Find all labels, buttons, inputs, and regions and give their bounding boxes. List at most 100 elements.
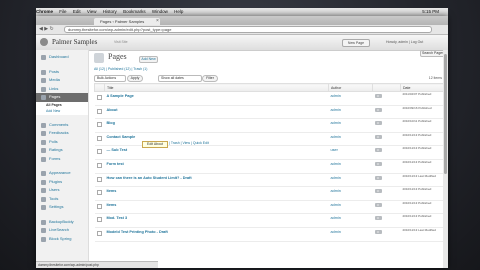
row-title[interactable]: Items	[104, 186, 329, 201]
row-comments[interactable]: 0	[372, 186, 401, 201]
menu-history[interactable]: History	[103, 9, 117, 14]
col-title[interactable]: Title	[104, 83, 329, 92]
sidebar-item-users[interactable]: Users	[36, 186, 88, 195]
checkbox[interactable]	[96, 190, 102, 196]
comment-count-bubble[interactable]: 0	[374, 229, 382, 234]
sidebar-item-pages[interactable]: Pages	[36, 93, 88, 102]
sidebar-item-media[interactable]: Media	[36, 76, 88, 85]
row-title[interactable]: Contact Sample	[104, 132, 329, 147]
row-comments[interactable]: 0	[372, 200, 401, 215]
status-filter-links[interactable]: All (12) | Published (12) | Trash (1)	[94, 66, 444, 73]
checkbox[interactable]	[96, 122, 102, 128]
checkbox[interactable]	[96, 230, 102, 236]
row-checkbox[interactable]	[94, 132, 105, 147]
row-checkbox[interactable]	[94, 105, 105, 120]
row-author[interactable]: admin	[328, 186, 373, 201]
sidebar-item-forms[interactable]: Forms	[36, 155, 88, 164]
sidebar-item-tools[interactable]: Tools	[36, 195, 88, 204]
sidebar-item-appearance[interactable]: Appearance	[36, 169, 88, 178]
row-author[interactable]: admin	[328, 132, 373, 147]
row-comments[interactable]: 0	[372, 118, 401, 133]
site-title[interactable]: Palmer Samples	[52, 37, 97, 47]
menu-edit[interactable]: Edit	[73, 9, 81, 14]
menu-bookmarks[interactable]: Bookmarks	[123, 9, 146, 14]
sidebar-item-feedbacks[interactable]: Feedbacks	[36, 129, 88, 138]
comment-count-bubble[interactable]: 0	[374, 161, 382, 166]
sidebar-item-posts[interactable]: Posts	[36, 68, 88, 77]
add-new-button[interactable]: Add New	[139, 56, 158, 63]
row-title[interactable]: A Sample Page	[104, 91, 329, 106]
row-actions[interactable]: | Trash | View | Quick Edit	[169, 141, 209, 146]
comment-count-bubble[interactable]: 0	[374, 121, 382, 126]
checkbox[interactable]	[96, 149, 102, 155]
sidebar-item-ratings[interactable]: Ratings	[36, 146, 88, 155]
row-checkbox[interactable]	[94, 159, 105, 174]
menu-file[interactable]: File	[59, 9, 66, 14]
checkbox[interactable]	[96, 176, 102, 182]
row-author[interactable]: admin	[328, 105, 373, 120]
row-checkbox[interactable]	[94, 186, 105, 201]
row-comments[interactable]: 0	[372, 227, 401, 242]
comment-count-bubble[interactable]: 0	[374, 94, 382, 98]
row-comments[interactable]: 0	[372, 159, 401, 174]
row-title[interactable]: About	[104, 105, 329, 120]
bulk-actions-select[interactable]: Bulk Actions	[94, 75, 126, 82]
edit-tooltip[interactable]: Edit About	[142, 141, 168, 148]
address-bar[interactable]	[64, 26, 432, 33]
sidebar-item-comments[interactable]: Comments	[36, 121, 88, 130]
page-scrollbar[interactable]	[443, 50, 448, 268]
row-title[interactable]: How can there is an Auto Student Limit? …	[104, 173, 329, 188]
row-title[interactable]: Mod. Test 3	[104, 213, 329, 228]
browser-tab[interactable]: Pages ‹ Palmer Samples	[94, 18, 160, 25]
checkbox[interactable]	[96, 135, 102, 141]
comment-count-bubble[interactable]: 0	[374, 189, 382, 194]
checkbox[interactable]	[96, 217, 102, 223]
sidebar-item-polls[interactable]: Polls	[36, 138, 88, 147]
row-author[interactable]: admin	[328, 159, 373, 174]
sidebar-item-block-spring[interactable]: Block Spring	[36, 235, 88, 244]
comment-count-bubble[interactable]: 0	[374, 202, 382, 207]
row-checkbox[interactable]	[94, 173, 105, 188]
menu-chrome[interactable]: Chrome	[36, 9, 53, 14]
sidebar-item-settings[interactable]: Settings	[36, 203, 88, 212]
row-comments[interactable]: 0	[372, 213, 401, 228]
checkbox[interactable]	[96, 108, 102, 114]
col-date[interactable]: Date	[400, 83, 444, 92]
row-comments[interactable]: 0	[372, 91, 401, 106]
row-comments[interactable]: 0	[372, 145, 401, 160]
row-author[interactable]: admin	[328, 91, 373, 106]
row-author[interactable]: admin	[328, 173, 373, 188]
filter-button[interactable]: Filter	[202, 75, 218, 82]
row-checkbox[interactable]	[94, 200, 105, 215]
menu-window[interactable]: Window	[152, 9, 168, 14]
menu-view[interactable]: View	[87, 9, 97, 14]
row-checkbox[interactable]	[94, 118, 105, 133]
row-title[interactable]: Modeld Test Printing Photo - Draft	[104, 227, 329, 242]
row-title[interactable]: Form test	[104, 159, 329, 174]
sidebar-item-livesearch[interactable]: LiveSearch	[36, 226, 88, 235]
scrollbar-thumb[interactable]	[444, 54, 447, 174]
back-forward-reload-icons[interactable]: ◀ ▶ ↻	[39, 26, 54, 33]
sidebar-item-backupbuddy[interactable]: BackupBuddy	[36, 218, 88, 227]
checkbox[interactable]	[96, 162, 102, 168]
comment-count-bubble[interactable]: 0	[374, 134, 382, 139]
row-title[interactable]: Items	[104, 200, 329, 215]
howdy-logout[interactable]: Howdy, admin | Log Out	[386, 40, 423, 44]
sidebar-item-links[interactable]: Links	[36, 85, 88, 94]
visit-site-link[interactable]: Visit Site	[114, 40, 128, 44]
row-author[interactable]: admin	[328, 118, 373, 133]
row-author[interactable]: admin	[328, 213, 373, 228]
apply-button[interactable]: Apply	[127, 75, 143, 82]
row-comments[interactable]: 0	[372, 105, 401, 120]
sidebar-item-plugins[interactable]: Plugins	[36, 178, 88, 187]
row-author[interactable]: admin	[328, 227, 373, 242]
comment-count-bubble[interactable]: 0	[374, 216, 382, 221]
row-checkbox[interactable]	[94, 213, 105, 228]
comment-count-bubble[interactable]: 0	[374, 148, 382, 153]
row-checkbox[interactable]	[94, 91, 105, 106]
row-author[interactable]: user	[328, 145, 373, 160]
close-tab-icon[interactable]: ×	[156, 18, 159, 25]
sidebar-item-dashboard[interactable]: Dashboard	[36, 53, 88, 62]
checkbox[interactable]	[96, 203, 102, 209]
new-page-dropdown[interactable]: New Page	[342, 39, 370, 47]
